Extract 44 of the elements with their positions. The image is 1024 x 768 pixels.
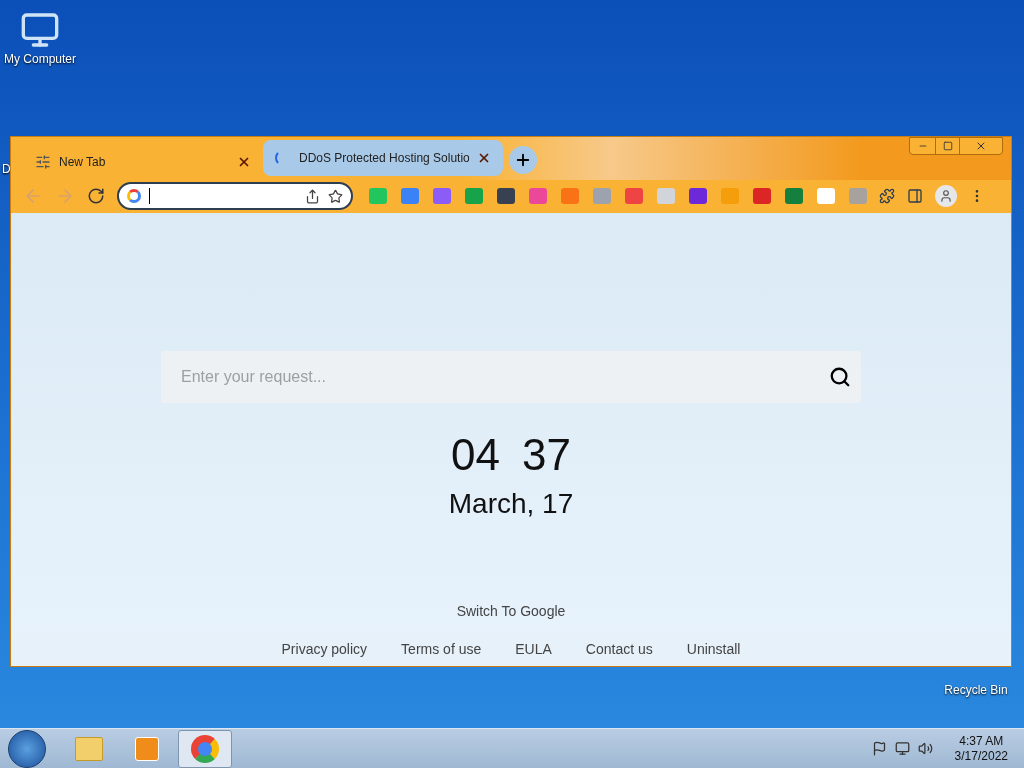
- footer-link[interactable]: Uninstall: [686, 639, 741, 660]
- flag-icon[interactable]: [871, 741, 887, 756]
- extension-icon[interactable]: [785, 188, 803, 205]
- clock-hours: 04: [451, 429, 500, 481]
- clock-date[interactable]: 3/17/2022: [954, 748, 1008, 764]
- side-panel-icon[interactable]: [907, 188, 923, 205]
- profile-icon[interactable]: [935, 185, 957, 208]
- clock-time[interactable]: 4:37 AM: [959, 733, 1004, 749]
- clock-minutes: 37: [522, 429, 571, 481]
- extension-icon[interactable]: [753, 188, 771, 205]
- switch-link[interactable]: Switch To Google: [456, 601, 566, 622]
- puzzle-icon[interactable]: [879, 188, 895, 205]
- chrome-icon: [191, 734, 219, 763]
- desktop-icon-label: Recycle Bin: [944, 682, 1008, 699]
- google-icon: [127, 189, 141, 204]
- reload-icon[interactable]: [87, 187, 105, 206]
- tab-title: DDoS Protected Hosting Solutio: [299, 149, 469, 167]
- search-field[interactable]: Enter your request...: [161, 351, 861, 403]
- search-icon[interactable]: [829, 366, 851, 388]
- maximize-icon: [942, 141, 953, 151]
- extension-icon[interactable]: [689, 188, 707, 205]
- taskbar-button[interactable]: [178, 729, 232, 768]
- share-icon[interactable]: [305, 188, 320, 204]
- extension-icon[interactable]: [497, 188, 515, 205]
- address-field[interactable]: [117, 182, 353, 211]
- desktop-icon-label: D: [2, 161, 11, 178]
- new-tab-button[interactable]: [509, 145, 537, 174]
- footer-link[interactable]: Privacy policy: [281, 639, 368, 660]
- desktop-icon-label: My Computer: [4, 51, 76, 68]
- close-icon: [975, 140, 987, 152]
- start-button[interactable]: [8, 729, 46, 768]
- tab-icon: [35, 153, 51, 170]
- network-icon[interactable]: [894, 741, 910, 756]
- speaker-icon[interactable]: [917, 741, 933, 756]
- footer-link[interactable]: Contact us: [585, 639, 653, 660]
- maximize-button[interactable]: [935, 138, 960, 154]
- date-text: March, 17: [448, 487, 574, 521]
- bookmark-star-icon[interactable]: [328, 188, 343, 204]
- browser-tab[interactable]: DDoS Protected Hosting Solutio: [263, 139, 503, 176]
- computer-icon[interactable]: [20, 10, 60, 50]
- tab-title: New Tab: [59, 153, 107, 171]
- footer-link[interactable]: Terms of use: [401, 639, 482, 660]
- footer-link[interactable]: EULA: [515, 639, 552, 660]
- folder-icon: [75, 736, 103, 761]
